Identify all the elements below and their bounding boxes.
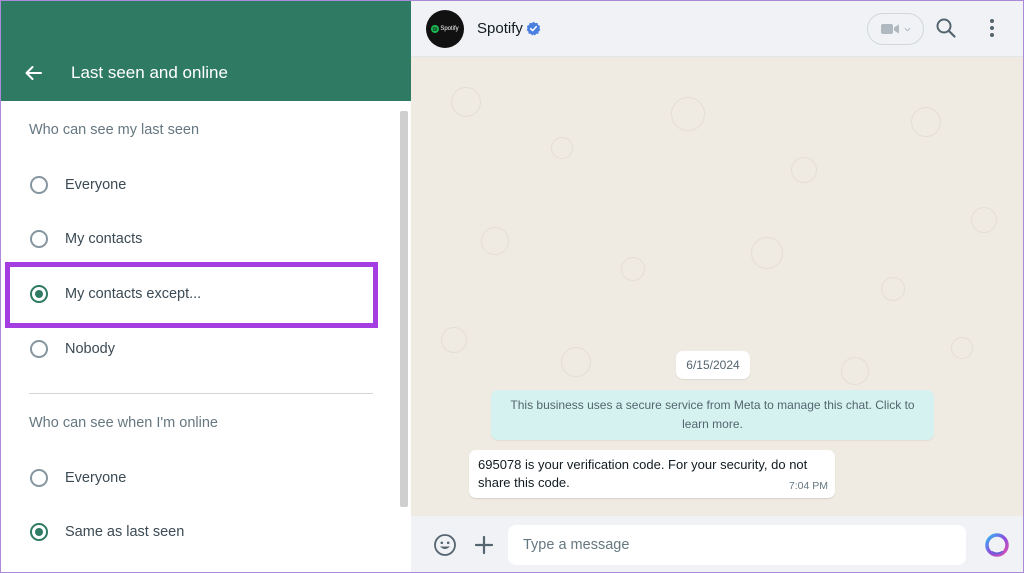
chat-header[interactable]: Spotify Spotify bbox=[411, 1, 1023, 57]
last-seen-option-everyone[interactable]: Everyone bbox=[19, 165, 369, 205]
encryption-notice[interactable]: This business uses a secure service from… bbox=[491, 390, 934, 440]
online-section-title: Who can see when I'm online bbox=[29, 415, 218, 431]
search-icon[interactable] bbox=[935, 17, 957, 39]
privacy-settings-panel: Last seen and online Who can see my last… bbox=[1, 1, 411, 572]
chat-panel: Spotify Spotify 6/15/2024 This business … bbox=[411, 1, 1023, 572]
radio-button[interactable] bbox=[30, 340, 48, 358]
panel-title: Last seen and online bbox=[71, 63, 228, 82]
message-input[interactable] bbox=[508, 525, 966, 565]
more-vertical-icon[interactable] bbox=[985, 17, 999, 39]
radio-button[interactable] bbox=[30, 230, 48, 248]
spotify-icon bbox=[431, 25, 440, 33]
online-option-same-as-last-seen[interactable]: Same as last seen bbox=[19, 512, 369, 552]
arrow-left-icon bbox=[25, 66, 42, 80]
radio-button[interactable] bbox=[30, 176, 48, 194]
meta-ai-icon[interactable] bbox=[984, 532, 1010, 558]
contact-name[interactable]: Spotify bbox=[477, 20, 523, 37]
scrollbar[interactable] bbox=[400, 111, 408, 507]
option-label: Same as last seen bbox=[65, 524, 185, 540]
online-option-everyone[interactable]: Everyone bbox=[19, 458, 369, 498]
avatar[interactable]: Spotify bbox=[426, 10, 464, 48]
incoming-message: 695078 is your verification code. For yo… bbox=[469, 450, 835, 498]
message-composer bbox=[411, 516, 1023, 572]
option-label: Everyone bbox=[65, 470, 127, 486]
video-call-button[interactable] bbox=[867, 13, 924, 45]
video-camera-icon bbox=[881, 24, 899, 34]
emoji-icon[interactable] bbox=[433, 533, 457, 557]
radio-button[interactable] bbox=[30, 469, 48, 487]
message-text: 695078 is your verification code. For yo… bbox=[478, 457, 808, 490]
chat-background bbox=[411, 57, 1023, 516]
option-label: Everyone bbox=[65, 177, 127, 193]
highlight-box bbox=[5, 262, 378, 328]
plus-icon[interactable] bbox=[472, 533, 496, 557]
date-separator: 6/15/2024 bbox=[676, 351, 750, 379]
spotify-logo: Spotify bbox=[431, 25, 459, 33]
back-button[interactable] bbox=[19, 59, 47, 87]
radio-button-checked[interactable] bbox=[30, 523, 48, 541]
app-window: Last seen and online Who can see my last… bbox=[0, 0, 1024, 573]
message-time: 7:04 PM bbox=[788, 480, 828, 492]
last-seen-option-nobody[interactable]: Nobody bbox=[19, 329, 369, 369]
verified-badge-icon bbox=[526, 21, 541, 36]
last-seen-section-title: Who can see my last seen bbox=[29, 122, 200, 138]
last-seen-option-my-contacts[interactable]: My contacts bbox=[19, 219, 369, 259]
panel-header: Last seen and online bbox=[1, 1, 411, 101]
section-divider bbox=[29, 393, 373, 394]
chevron-down-icon bbox=[904, 27, 911, 32]
option-label: Nobody bbox=[65, 341, 115, 357]
option-label: My contacts bbox=[65, 231, 143, 247]
